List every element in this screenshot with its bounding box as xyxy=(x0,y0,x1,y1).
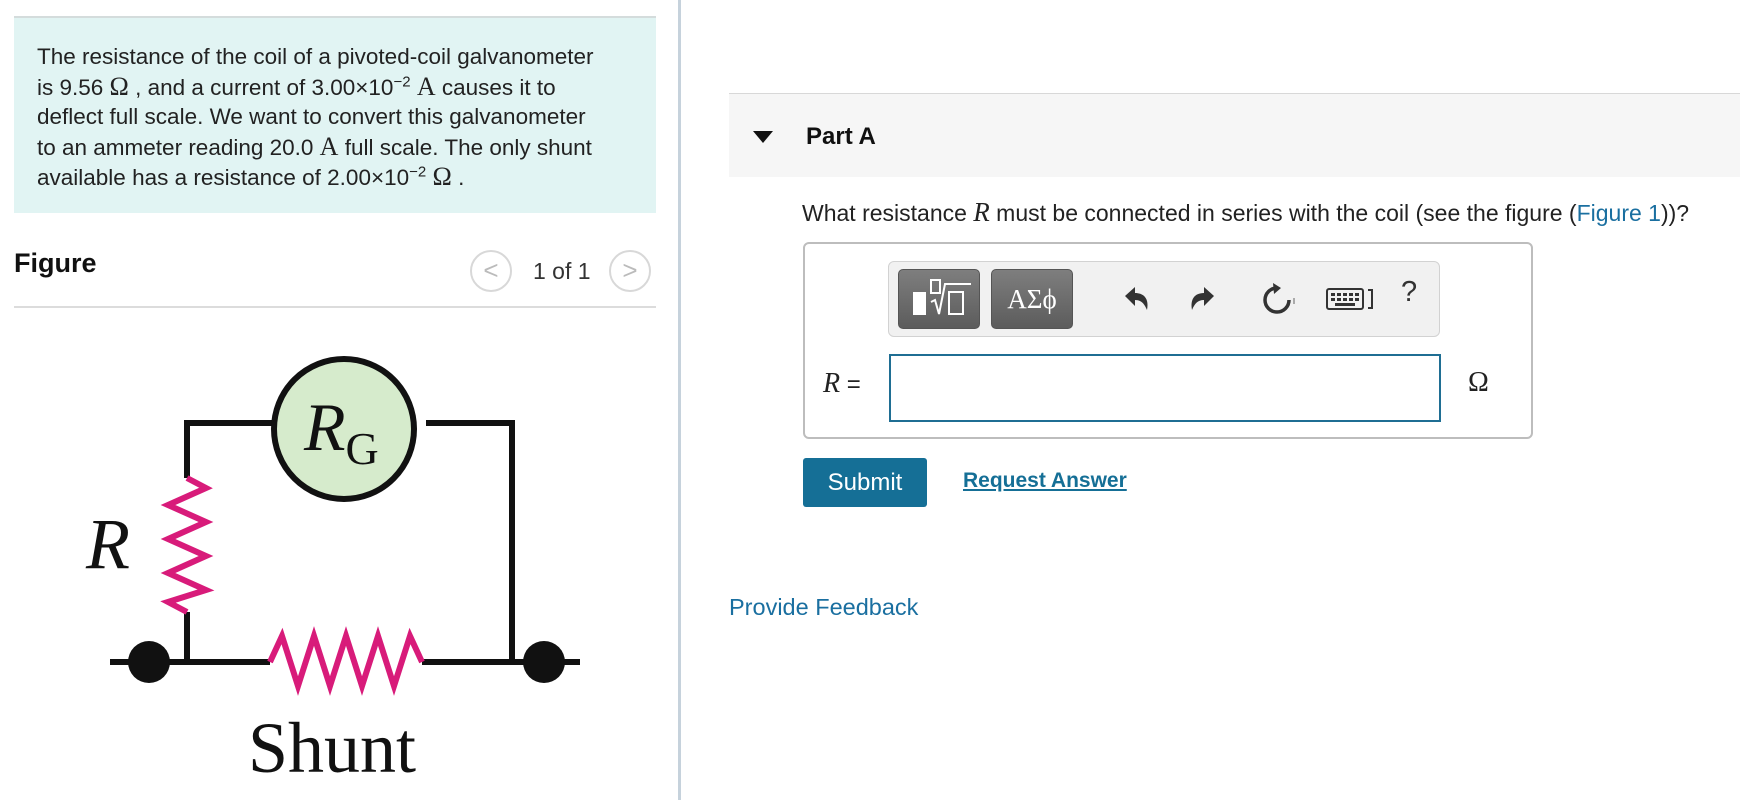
answer-variable-label: R = xyxy=(823,368,861,399)
circuit-diagram: RG R Shunt xyxy=(85,356,580,788)
problem-line: to an ammeter reading 20.0 A full scale.… xyxy=(37,131,592,161)
undo-icon[interactable] xyxy=(1119,282,1153,316)
figure-prev-button[interactable]: < xyxy=(470,250,512,292)
unit-label: Ω xyxy=(1468,367,1489,398)
figure-title: Figure xyxy=(14,248,97,278)
problem-line: is 9.56 Ω , and a current of 3.00×10−2 A… xyxy=(37,71,556,101)
wire-top-right xyxy=(426,420,515,662)
symbols-button[interactable]: ΑΣϕ xyxy=(991,269,1073,329)
problem-line: deflect full scale. We want to convert t… xyxy=(37,104,586,129)
templates-button[interactable] xyxy=(898,269,980,329)
reset-icon[interactable] xyxy=(1259,282,1295,318)
submit-button[interactable]: Submit xyxy=(803,458,927,507)
amp-symbol: A xyxy=(416,71,436,101)
terminal-left xyxy=(128,641,170,683)
figure-next-button[interactable]: > xyxy=(609,250,651,292)
resistor-label: R xyxy=(85,504,130,584)
question-variable: R xyxy=(973,197,990,227)
answer-box: ΑΣϕ ? R = Ω xyxy=(803,242,1533,439)
redo-icon[interactable] xyxy=(1186,282,1220,316)
shunt-resistor xyxy=(267,626,425,696)
answer-input[interactable] xyxy=(889,354,1441,422)
exponent: −2 xyxy=(409,163,427,181)
pane-splitter[interactable] xyxy=(678,0,681,800)
amp-symbol: A xyxy=(319,131,339,161)
wire-top-left xyxy=(184,420,282,478)
figure-link[interactable]: Figure 1 xyxy=(1577,200,1661,226)
ohm-symbol: Ω xyxy=(109,71,129,101)
keyboard-icon[interactable] xyxy=(1326,286,1378,312)
templates-icon xyxy=(913,279,971,315)
chevron-left-icon: < xyxy=(483,255,499,285)
figure-counter: 1 of 1 xyxy=(533,258,591,284)
ohm-symbol: Ω xyxy=(432,162,452,191)
math-toolbar: ΑΣϕ ? xyxy=(888,261,1440,337)
help-icon[interactable]: ? xyxy=(1401,276,1417,309)
problem-statement: The resistance of the coil of a pivoted-… xyxy=(14,16,656,213)
shunt-label: Shunt xyxy=(248,708,416,788)
part-title: Part A xyxy=(806,123,876,150)
left-pane: The resistance of the coil of a pivoted-… xyxy=(0,0,681,800)
request-answer-link[interactable]: Request Answer xyxy=(963,469,1127,493)
provide-feedback-link[interactable]: Provide Feedback xyxy=(729,594,918,621)
problem-line: The resistance of the coil of a pivoted-… xyxy=(37,44,594,69)
series-resistor xyxy=(160,475,215,615)
part-a-header[interactable]: Part A xyxy=(729,93,1740,177)
problem-line: available has a resistance of 2.00×10−2 … xyxy=(37,162,465,191)
caret-down-icon[interactable] xyxy=(753,131,773,143)
exponent: −2 xyxy=(393,73,411,90)
question-text: What resistance R must be connected in s… xyxy=(802,197,1690,227)
chevron-right-icon: > xyxy=(622,255,638,285)
figure-divider xyxy=(14,306,656,308)
terminal-right xyxy=(523,641,565,683)
